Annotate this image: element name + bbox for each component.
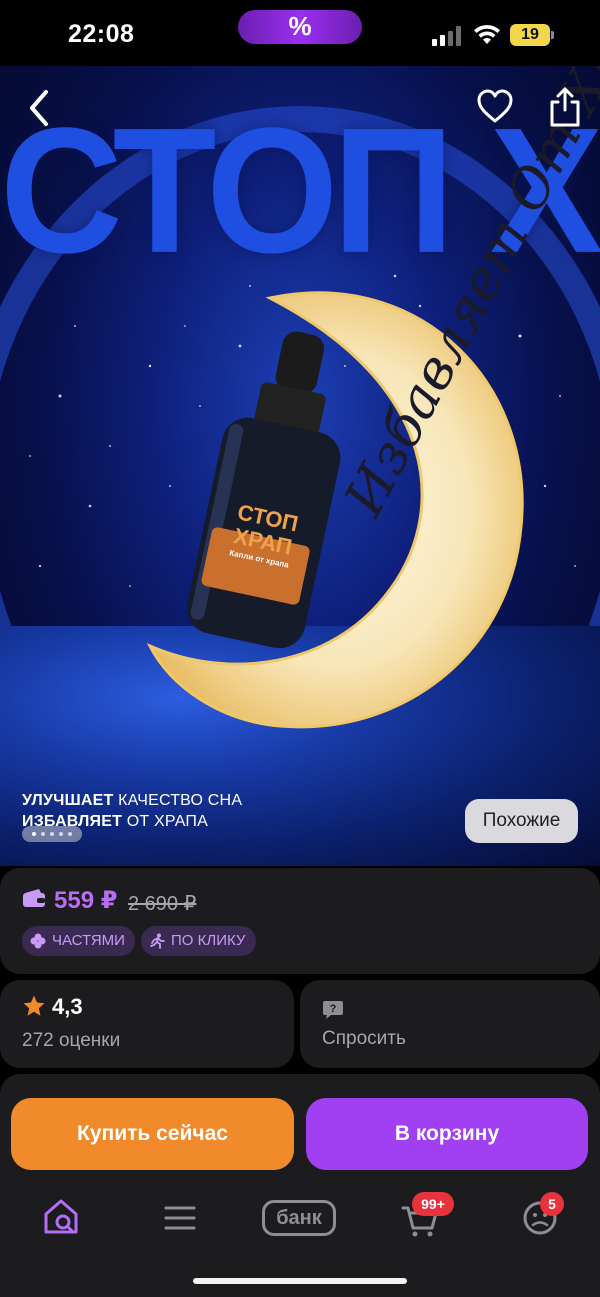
bank-tab[interactable]: банк — [262, 1200, 336, 1236]
status-time: 22:08 — [68, 20, 135, 48]
battery-icon: 19 — [510, 24, 550, 46]
back-button[interactable] — [20, 86, 60, 130]
page-dot — [50, 832, 54, 836]
page-dot — [41, 832, 45, 836]
battery-tip — [551, 31, 554, 39]
runner-icon — [150, 933, 165, 949]
profile-badge: 5 — [540, 1192, 564, 1216]
gallery-pagination[interactable] — [22, 826, 82, 842]
price-old: 2 690 ₽ — [128, 893, 197, 915]
wifi-icon — [474, 24, 500, 44]
question-bubble-icon: ? — [323, 1001, 343, 1019]
heart-icon — [477, 89, 513, 123]
bottom-navigation: банк 99+ 5 — [0, 1182, 600, 1297]
cart-badge: 99+ — [412, 1192, 454, 1216]
home-indicator — [193, 1278, 407, 1284]
wallet-icon — [23, 889, 45, 907]
similar-button[interactable]: Похожие — [465, 799, 578, 843]
ask-question-card[interactable]: ? Спросить — [300, 980, 600, 1068]
buy-now-button[interactable]: Купить сейчас — [11, 1098, 294, 1170]
caption-rest-2: ОТ ХРАПА — [122, 813, 208, 830]
page-dot — [68, 832, 72, 836]
share-button[interactable] — [548, 86, 582, 128]
installments-label: ЧАСТЯМИ — [52, 932, 125, 949]
caption-bold-1: УЛУЧШАЕТ — [22, 792, 114, 809]
star-icon — [23, 995, 45, 1016]
rating-card[interactable]: 4,3 272 оценки — [0, 980, 294, 1068]
share-icon — [550, 87, 580, 127]
rating-value: 4,3 — [52, 994, 83, 1019]
menu-icon[interactable] — [162, 1196, 198, 1240]
chevron-left-icon — [30, 90, 48, 126]
one-click-badge[interactable]: ПО КЛИКУ — [141, 926, 256, 956]
price-card: 559 ₽ 2 690 ₽ ЧАСТЯМИ ПО КЛИКУ — [0, 868, 600, 974]
ask-label: Спросить — [322, 1028, 406, 1049]
svg-text:?: ? — [330, 1003, 337, 1015]
promo-pill[interactable]: % — [238, 10, 362, 44]
page-dot-active — [32, 832, 36, 836]
home-search-icon[interactable] — [42, 1196, 80, 1240]
parts-icon — [30, 933, 46, 949]
rating-count: 272 оценки — [22, 1030, 121, 1051]
page-dot — [59, 832, 63, 836]
product-image-gallery[interactable]: СТОП ХРАП Избавляет От Храпа СТОП ХРАП К… — [0, 66, 600, 866]
bank-label: банк — [276, 1207, 322, 1229]
one-click-label: ПО КЛИКУ — [171, 932, 246, 949]
favorite-button[interactable] — [476, 88, 514, 126]
caption-rest-1: КАЧЕСТВО СНА — [113, 792, 243, 809]
product-bottle-illustration — [186, 331, 341, 649]
purchase-bar: Купить сейчас В корзину — [0, 1074, 600, 1182]
status-bar: 22:08 % 19 — [0, 0, 600, 66]
installments-badge[interactable]: ЧАСТЯМИ — [22, 926, 135, 956]
add-to-cart-button[interactable]: В корзину — [306, 1098, 588, 1170]
caption-line-1: УЛУЧШАЕТ КАЧЕСТВО СНА — [22, 790, 242, 811]
price-current: 559 ₽ — [54, 887, 118, 914]
signal-icon — [432, 26, 461, 46]
